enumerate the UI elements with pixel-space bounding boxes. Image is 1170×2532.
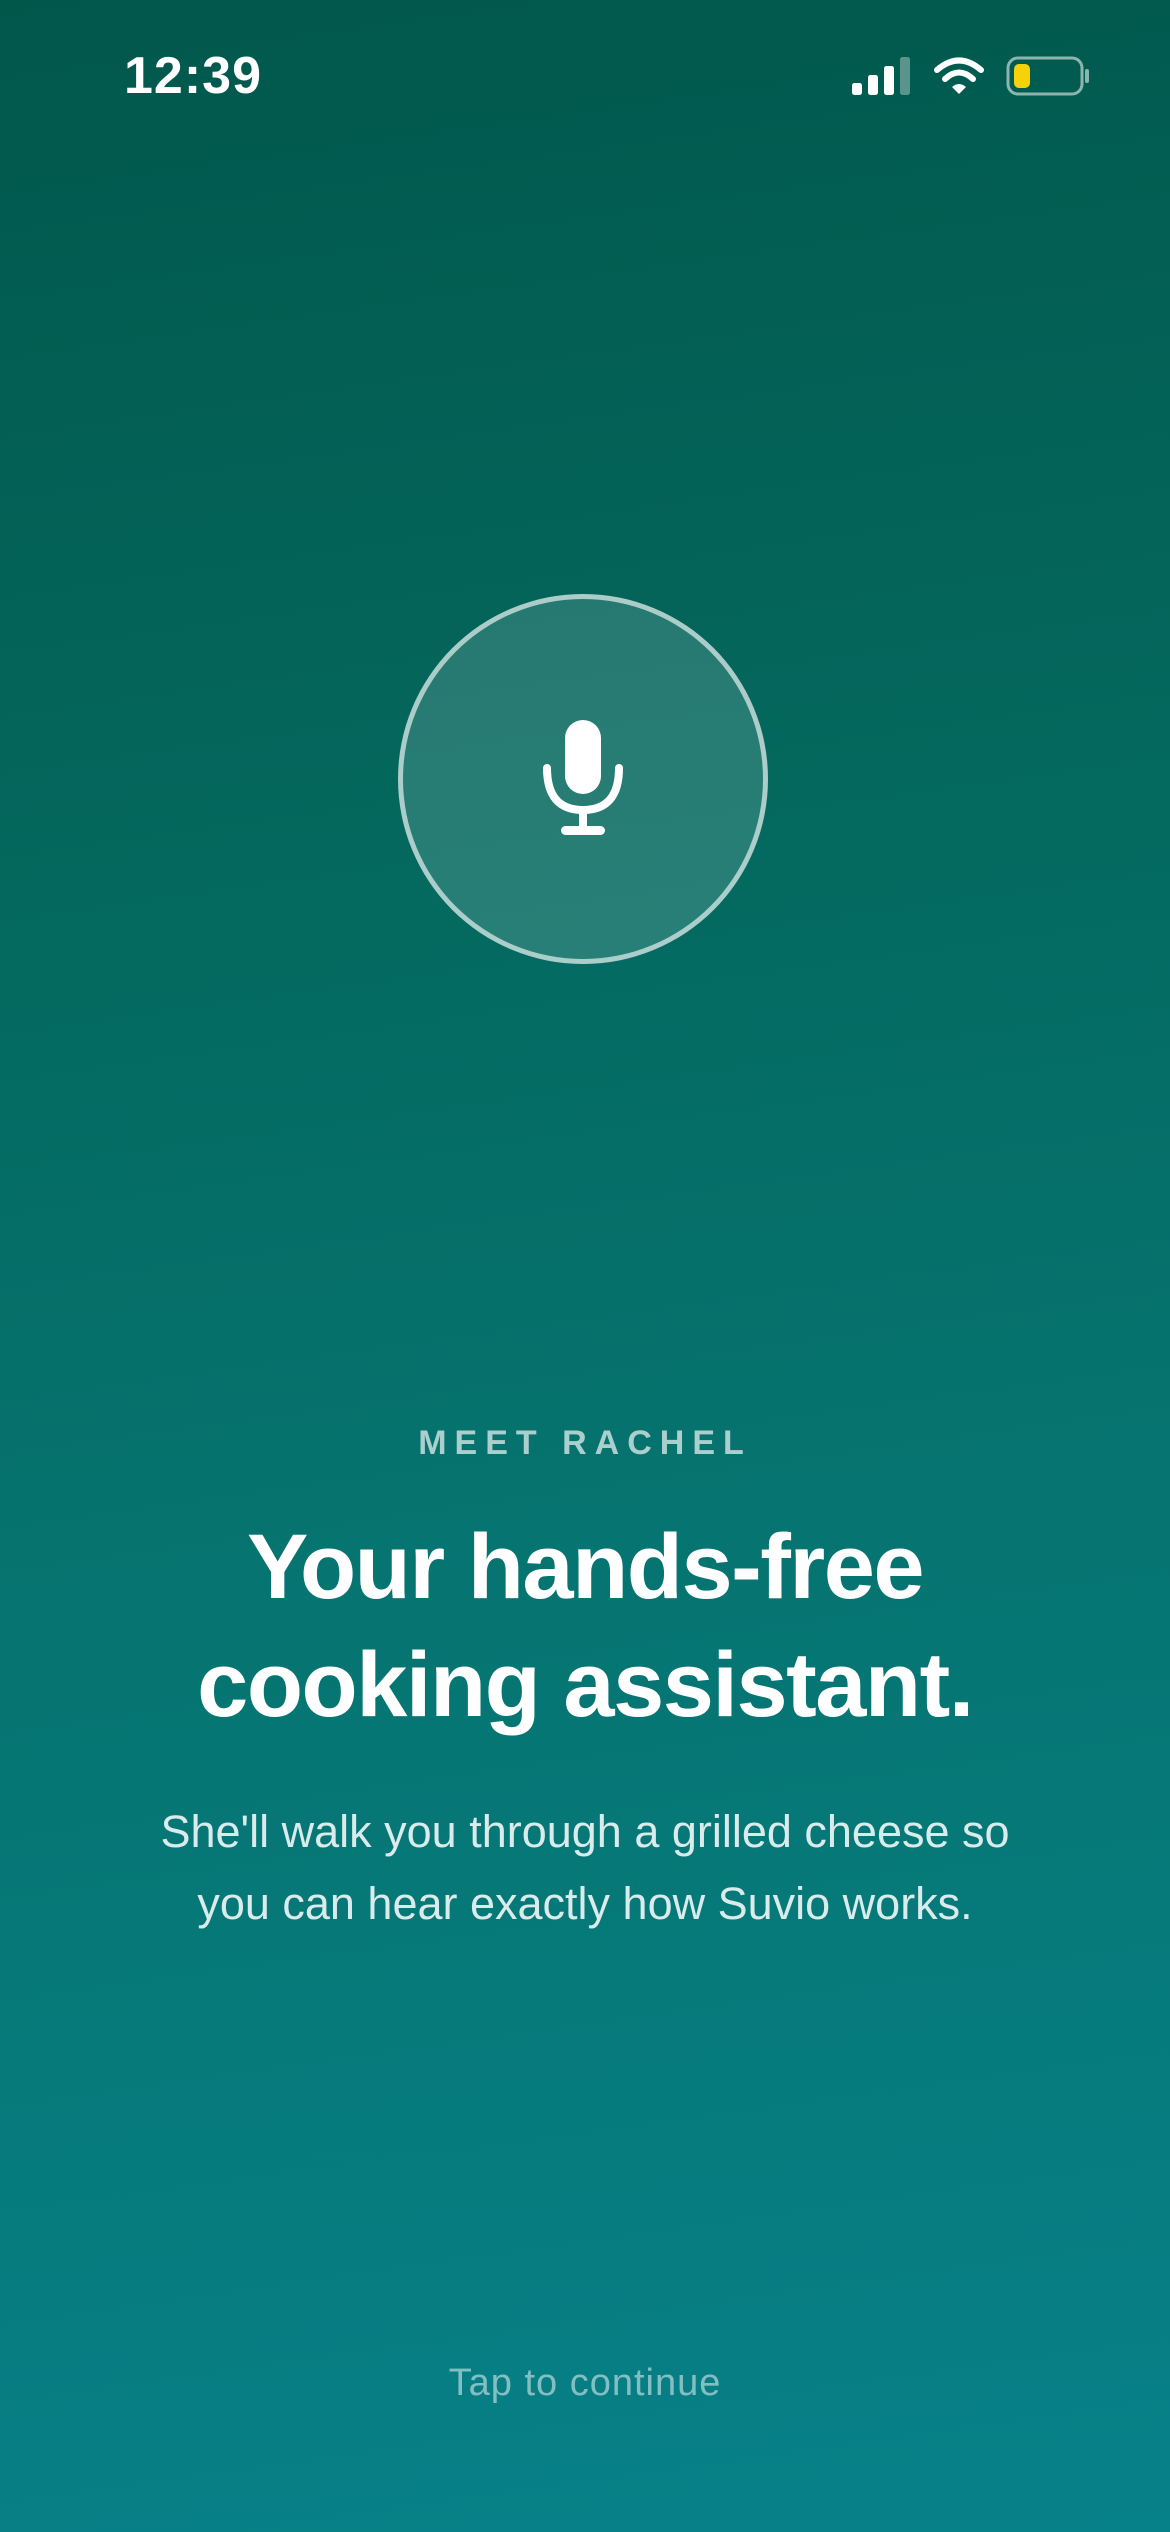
- headline-line: cooking assistant.: [197, 1634, 974, 1736]
- subtitle: She'll walk you through a grilled cheese…: [90, 1796, 1080, 1940]
- onboarding-screen[interactable]: 12:39 MEET RACHEL Your hands-free cookin…: [0, 0, 1170, 2532]
- headline: Your hands-free cooking assistant.: [60, 1508, 1110, 1744]
- microphone-button[interactable]: [398, 594, 768, 964]
- eyebrow-label: MEET RACHEL: [418, 1424, 752, 1462]
- tap-to-continue[interactable]: Tap to continue: [0, 2362, 1170, 2405]
- battery-icon: [1006, 56, 1089, 96]
- headline-line: Your hands-free: [246, 1516, 925, 1618]
- wifi-icon: [934, 57, 984, 94]
- status-bar: 12:39: [0, 0, 1170, 150]
- status-time: 12:39: [124, 47, 262, 105]
- status-icons: [852, 56, 1090, 96]
- subtitle-line: you can hear exactly how Suvio works.: [197, 1878, 973, 1929]
- subtitle-line: She'll walk you through a grilled cheese…: [160, 1806, 1010, 1857]
- microphone-icon: [543, 720, 623, 835]
- signal-icon: [852, 57, 910, 95]
